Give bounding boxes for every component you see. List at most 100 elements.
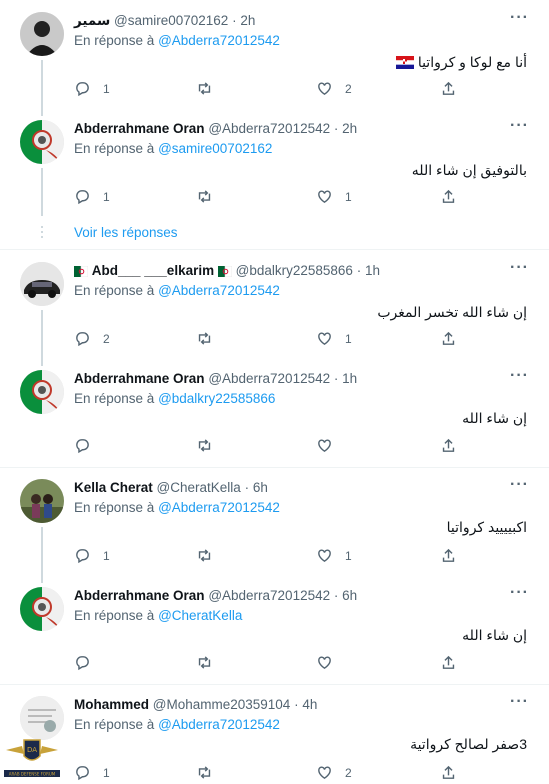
display-name[interactable]: Mohammed <box>74 697 149 712</box>
mention-link[interactable]: @Abderra72012542 <box>158 500 280 515</box>
like-button[interactable]: 2 <box>316 80 352 97</box>
heart-icon <box>318 766 331 780</box>
avatar[interactable] <box>20 120 64 164</box>
tweet[interactable]: سمير @samire00702162 · 2h ··· En réponse… <box>0 10 549 116</box>
share-button[interactable] <box>440 654 457 671</box>
display-name[interactable]: Abderrahmane Oran <box>74 371 205 386</box>
reply-button[interactable] <box>74 437 103 454</box>
tweet[interactable]: Abderrahmane Oran @Abderra72012542 · 6h … <box>0 585 549 677</box>
tweet-text: اكبييييد كرواتيا <box>446 519 527 535</box>
share-button[interactable] <box>440 330 457 347</box>
more-options-icon[interactable]: ··· <box>510 477 529 493</box>
display-name[interactable]: Kella Cherat <box>74 480 153 495</box>
thread-continuation <box>41 226 43 241</box>
share-icon <box>442 765 455 779</box>
share-button[interactable] <box>440 80 457 97</box>
like-button[interactable]: 1 <box>316 547 352 564</box>
tweet-time[interactable]: 2h <box>240 13 255 28</box>
tweet[interactable]: Kella Cherat @CheratKella · 6h ··· En ré… <box>0 477 549 583</box>
share-button[interactable] <box>440 764 457 781</box>
tweet[interactable]: Abderrahmane Oran @Abderra72012542 · 1h … <box>0 368 549 460</box>
more-options-icon[interactable]: ··· <box>510 585 529 601</box>
display-name[interactable]: سمير <box>74 13 110 28</box>
retweet-button[interactable] <box>196 654 225 671</box>
avatar[interactable] <box>20 262 64 306</box>
retweet-icon <box>198 439 211 452</box>
tweet[interactable]: Abderrahmane Oran @Abderra72012542 · 2h … <box>0 118 549 220</box>
reply-button[interactable]: 2 <box>74 330 110 347</box>
share-icon <box>442 438 455 452</box>
user-handle[interactable]: @samire00702162 <box>114 13 228 28</box>
algeria-flag-icon <box>217 264 233 282</box>
retweet-button[interactable] <box>196 330 225 347</box>
like-button[interactable] <box>316 437 345 454</box>
display-name[interactable]: Abderrahmane Oran <box>74 588 205 603</box>
reply-button[interactable]: 1 <box>74 80 110 97</box>
like-button[interactable] <box>316 654 345 671</box>
retweet-button[interactable] <box>196 547 225 564</box>
mention-link[interactable]: @Abderra72012542 <box>158 33 280 48</box>
share-button[interactable] <box>440 547 457 564</box>
tweet-time[interactable]: 1h <box>365 263 380 278</box>
tweet-time[interactable]: 6h <box>342 588 357 603</box>
mention-link[interactable]: @CheratKella <box>158 608 242 623</box>
user-handle[interactable]: @Abderra72012542 <box>208 371 330 386</box>
reply-context: En réponse à @CheratKella <box>74 608 243 623</box>
tweet-header: Abd___ ___elkarim @bdalkry22585866 · 1h <box>74 262 380 282</box>
reply-button[interactable]: 1 <box>74 547 110 564</box>
reply-button[interactable]: 1 <box>74 764 110 781</box>
svg-text:ARAB DEFENSE FORUM: ARAB DEFENSE FORUM <box>9 772 56 777</box>
avatar[interactable] <box>20 587 64 631</box>
avatar[interactable] <box>20 479 64 523</box>
more-options-icon[interactable]: ··· <box>510 10 529 26</box>
reply-button[interactable] <box>74 654 103 671</box>
svg-text:DA: DA <box>27 746 37 754</box>
retweet-button[interactable] <box>196 188 225 205</box>
tweet-header: Abderrahmane Oran @Abderra72012542 · 6h <box>74 588 358 603</box>
mention-link[interactable]: @Abderra72012542 <box>158 283 280 298</box>
tweet-time[interactable]: 6h <box>253 480 268 495</box>
tweet-header: Abderrahmane Oran @Abderra72012542 · 1h <box>74 371 358 386</box>
more-options-icon[interactable]: ··· <box>510 694 529 710</box>
avatar[interactable] <box>20 370 64 414</box>
user-handle[interactable]: @CheratKella <box>157 480 241 495</box>
like-button[interactable]: 2 <box>316 764 352 781</box>
display-name[interactable]: Abd___ ___elkarim <box>92 263 214 278</box>
tweet[interactable]: Mohammed @Mohamme20359104 · 4h ··· En ré… <box>0 694 549 784</box>
like-button[interactable]: 1 <box>316 188 352 205</box>
share-button[interactable] <box>440 188 457 205</box>
reply-icon <box>76 766 89 781</box>
reply-icon <box>76 439 89 454</box>
tweet-time[interactable]: 2h <box>342 121 357 136</box>
user-handle[interactable]: @bdalkry22585866 <box>236 263 353 278</box>
show-replies-link[interactable]: Voir les réponses <box>74 225 178 240</box>
display-name[interactable]: Abderrahmane Oran <box>74 121 205 136</box>
thread-line <box>41 60 43 116</box>
more-options-icon[interactable]: ··· <box>510 368 529 384</box>
retweet-button[interactable] <box>196 437 225 454</box>
user-handle[interactable]: @Abderra72012542 <box>208 121 330 136</box>
tweet[interactable]: Abd___ ___elkarim @bdalkry22585866 · 1h … <box>0 260 549 366</box>
retweet-button[interactable] <box>196 764 225 781</box>
share-icon <box>442 189 455 203</box>
reply-button[interactable]: 1 <box>74 188 110 205</box>
share-button[interactable] <box>440 437 457 454</box>
tweet-text: إن شاء الله <box>462 410 527 426</box>
mention-link[interactable]: @Abderra72012542 <box>158 717 280 732</box>
avatar[interactable] <box>20 12 64 56</box>
retweet-icon <box>198 190 211 203</box>
divider <box>0 684 549 685</box>
more-options-icon[interactable]: ··· <box>510 118 529 134</box>
retweet-button[interactable] <box>196 80 225 97</box>
divider <box>0 467 549 468</box>
user-handle[interactable]: @Mohamme20359104 <box>153 697 291 712</box>
tweet-text: 3صفر لصالح كرواتية <box>410 736 527 752</box>
tweet-time[interactable]: 1h <box>342 371 357 386</box>
mention-link[interactable]: @bdalkry22585866 <box>158 391 275 406</box>
more-options-icon[interactable]: ··· <box>510 260 529 276</box>
thread-line <box>41 527 43 583</box>
tweet-time[interactable]: 4h <box>302 697 317 712</box>
user-handle[interactable]: @Abderra72012542 <box>208 588 330 603</box>
mention-link[interactable]: @samire00702162 <box>158 141 272 156</box>
like-button[interactable]: 1 <box>316 330 352 347</box>
